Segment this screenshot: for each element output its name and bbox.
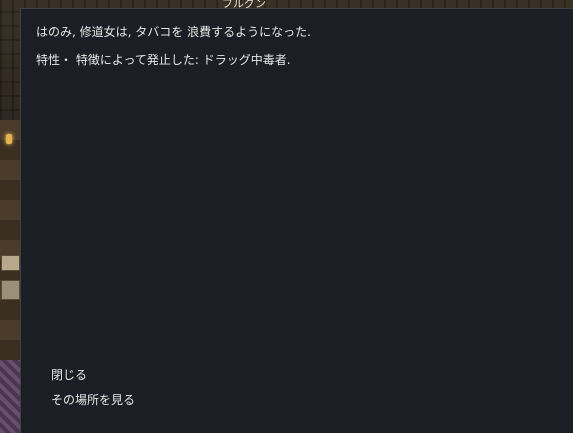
dialog-message: 特性・ 特徴によって発止した: ドラッグ中毒者. bbox=[36, 53, 291, 67]
shelf-icon bbox=[1, 255, 20, 271]
letter-dialog: はのみ, 修道女は, タバコを 浪費するようになった. 特性・ 特徴によって発止… bbox=[20, 8, 573, 433]
game-floor-left bbox=[0, 360, 20, 433]
pawn-name-label: ブルグン bbox=[222, 0, 266, 8]
shelf-icon bbox=[1, 280, 20, 300]
view-location-option[interactable]: その場所を見る bbox=[51, 392, 135, 408]
dialog-message: はのみ, 修道女は, タバコを 浪費するようになった. bbox=[36, 25, 311, 39]
close-option[interactable]: 閉じる bbox=[51, 367, 87, 383]
wall-lamp-icon bbox=[6, 134, 12, 144]
game-wall-left bbox=[0, 120, 20, 360]
